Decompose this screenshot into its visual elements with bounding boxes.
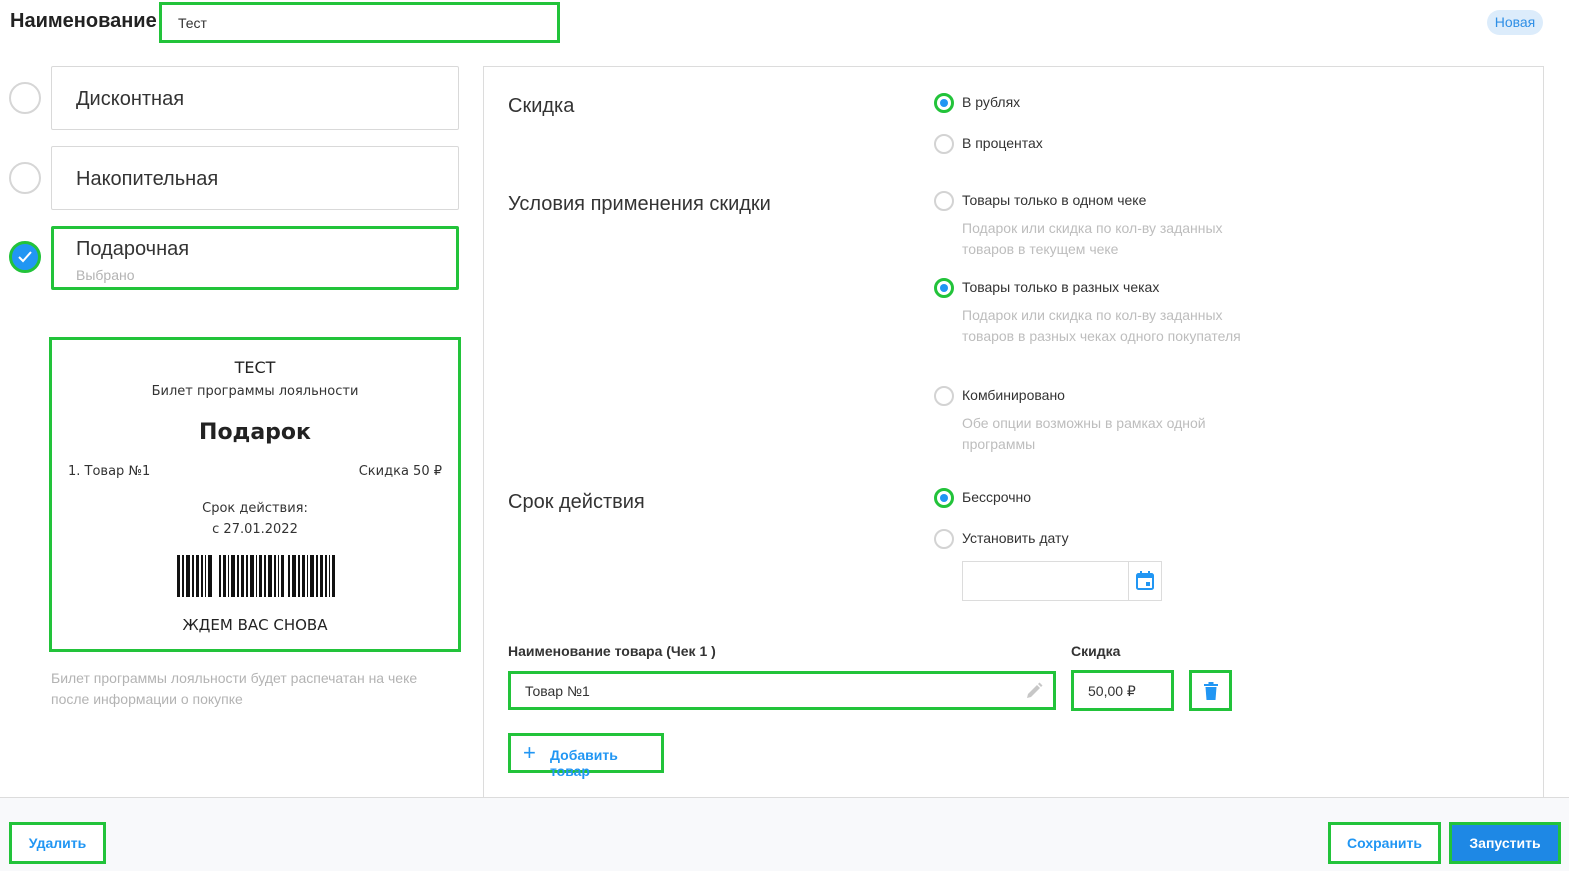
launch-button[interactable]: Запустить xyxy=(1449,822,1561,864)
receipt-note: Билет программы лояльности будет распеча… xyxy=(51,670,418,707)
radio-button[interactable] xyxy=(934,278,954,298)
receipt-preview: ТЕСТ Билет программы лояльности Подарок … xyxy=(49,337,461,652)
option-label: Бессрочно xyxy=(962,489,1032,505)
type-radio-cumulative[interactable] xyxy=(9,162,41,194)
plus-icon: + xyxy=(523,740,536,765)
receipt-validity-label: Срок действия: xyxy=(202,501,308,516)
delete-button[interactable]: Удалить xyxy=(9,822,106,864)
option-label: Комбинировано xyxy=(962,387,1065,403)
discount-input[interactable]: 50,00 ₽ xyxy=(1071,670,1174,711)
save-button[interactable]: Сохранить xyxy=(1328,822,1441,864)
conditions-section-title: Условия применения скидки xyxy=(508,193,771,215)
type-card-title: Дисконтная xyxy=(76,88,185,110)
option-label: В процентах xyxy=(962,135,1043,151)
option-label: В рублях xyxy=(962,94,1021,110)
product-name-value: Товар №1 xyxy=(525,683,590,699)
status-badge: Новая xyxy=(1487,10,1543,35)
validity-section-title: Срок действия xyxy=(508,491,645,513)
type-card-subtitle: Выбрано xyxy=(76,267,135,283)
option-description: Подарок или скидка по кол-ву заданных то… xyxy=(962,220,1223,257)
radio-button[interactable] xyxy=(934,529,954,549)
calendar-icon xyxy=(1136,571,1154,590)
option-description: Подарок или скидка по кол-ву заданных то… xyxy=(962,307,1241,344)
option-label: Товары только в разных чеках xyxy=(962,279,1160,295)
type-card-cumulative[interactable]: Накопительная xyxy=(51,146,459,210)
radio-button[interactable] xyxy=(934,488,954,508)
receipt-item: 1. Товар №1 xyxy=(68,464,151,479)
radio-button[interactable] xyxy=(934,134,954,154)
option-description: Обе опции возможны в рамках одной програ… xyxy=(962,415,1206,452)
option-label: Установить дату xyxy=(962,530,1069,546)
receipt-footer: ЖДЕМ ВАС СНОВА xyxy=(182,616,328,634)
radio-button[interactable] xyxy=(934,386,954,406)
pencil-icon[interactable] xyxy=(1025,682,1043,700)
type-card-discount[interactable]: Дисконтная xyxy=(51,66,459,130)
radio-button[interactable] xyxy=(934,93,954,113)
type-card-title: Накопительная xyxy=(76,168,219,190)
receipt-validity-date: с 27.01.2022 xyxy=(212,522,298,537)
add-product-button[interactable]: + Добавить товар xyxy=(508,733,664,779)
receipt-title: ТЕСТ xyxy=(234,358,276,377)
discount-value: 50,00 ₽ xyxy=(1088,683,1136,699)
footer-bar: Удалить Сохранить Запустить xyxy=(0,797,1569,871)
type-card-title: Подарочная xyxy=(76,238,190,260)
trash-icon xyxy=(1204,682,1218,700)
type-card-gift[interactable]: Подарочная Выбрано xyxy=(51,226,459,290)
option-label: Товары только в одном чеке xyxy=(962,192,1147,208)
receipt-heading: Подарок xyxy=(199,420,311,445)
barcode-icon xyxy=(177,555,335,597)
radio-button[interactable] xyxy=(934,191,954,211)
check-icon xyxy=(18,251,32,263)
name-label: Наименование xyxy=(10,10,157,32)
name-input[interactable] xyxy=(159,2,560,43)
date-field[interactable] xyxy=(962,561,1162,601)
receipt-subtitle: Билет программы лояльности xyxy=(151,384,359,399)
type-radio-discount[interactable] xyxy=(9,82,41,114)
discount-section-title: Скидка xyxy=(508,95,575,117)
calendar-button[interactable] xyxy=(1128,562,1161,600)
product-name-input[interactable]: Товар №1 xyxy=(508,671,1056,710)
discount-column-label: Скидка xyxy=(1071,643,1121,659)
receipt-item-discount: Скидка 50 ₽ xyxy=(358,464,442,479)
product-name-column-label: Наименование товара (Чек 1 ) xyxy=(508,643,716,659)
type-radio-gift[interactable] xyxy=(9,241,41,273)
add-product-label: Добавить товар xyxy=(550,747,618,779)
delete-product-button[interactable] xyxy=(1189,670,1232,711)
settings-panel: Скидка В рублях В процентах Условия прим… xyxy=(483,66,1544,798)
